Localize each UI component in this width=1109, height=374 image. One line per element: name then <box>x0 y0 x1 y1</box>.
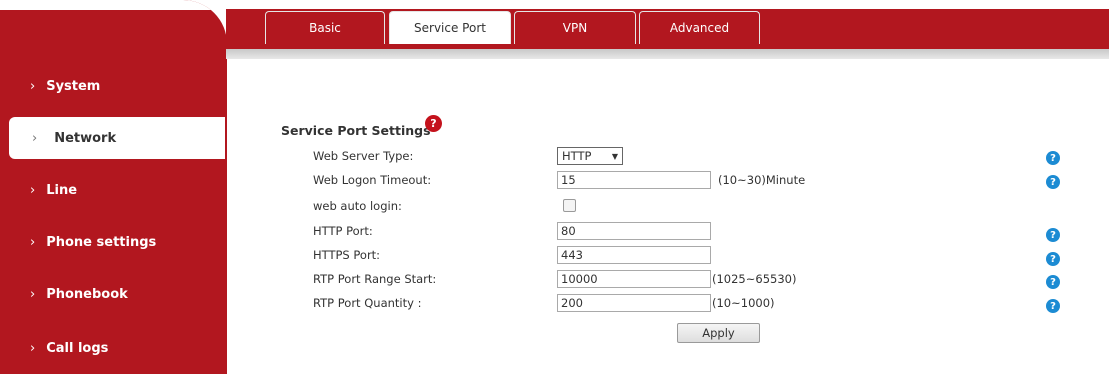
sidebar-item-system[interactable]: › System <box>0 65 227 107</box>
web-server-type-select[interactable]: HTTP ▼ <box>557 147 623 165</box>
sidebar-item-line[interactable]: › Line <box>0 169 227 211</box>
web-auto-login-label: web auto login: <box>313 199 402 213</box>
sidebar-item-call-logs[interactable]: › Call logs <box>0 327 227 369</box>
apply-button[interactable]: Apply <box>677 323 760 343</box>
sidebar-item-label: Line <box>46 182 78 198</box>
help-icon[interactable]: ? <box>1046 299 1060 313</box>
tab-vpn[interactable]: VPN <box>514 11 636 44</box>
chevron-right-icon: › <box>32 130 38 146</box>
tab-advanced[interactable]: Advanced <box>639 11 760 44</box>
info-icon[interactable]: ? <box>425 115 442 132</box>
sidebar-item-phonebook[interactable]: › Phonebook <box>0 273 227 315</box>
chevron-right-icon: › <box>30 286 36 302</box>
chevron-down-icon: ▼ <box>611 151 618 161</box>
chevron-right-icon: › <box>30 340 36 356</box>
help-icon[interactable]: ? <box>1046 275 1060 289</box>
http-port-input[interactable]: 80 <box>557 222 711 240</box>
sidebar-item-label: Call logs <box>46 340 109 356</box>
help-icon[interactable]: ? <box>1046 252 1060 266</box>
rtp-port-range-start-unit: (1025~65530) <box>712 272 797 286</box>
chevron-right-icon: › <box>30 182 36 198</box>
sidebar-item-network[interactable]: › Network <box>9 117 225 159</box>
tab-basic[interactable]: Basic <box>265 11 385 44</box>
web-logon-timeout-input[interactable]: 15 <box>557 171 711 189</box>
rtp-port-range-start-input[interactable]: 10000 <box>557 270 711 288</box>
page-title: Service Port Settings <box>281 123 431 138</box>
web-logon-timeout-unit: (10~30)Minute <box>718 173 806 187</box>
chevron-right-icon: › <box>30 234 36 250</box>
http-port-label: HTTP Port: <box>313 224 373 238</box>
help-icon[interactable]: ? <box>1046 151 1060 165</box>
help-icon[interactable]: ? <box>1046 175 1060 189</box>
help-icon[interactable]: ? <box>1046 228 1060 242</box>
tab-service-port[interactable]: Service Port <box>389 11 511 44</box>
chevron-right-icon: › <box>30 78 36 94</box>
sidebar-item-label: Phone settings <box>46 234 157 250</box>
web-auto-login-checkbox[interactable] <box>563 199 576 212</box>
web-server-type-label: Web Server Type: <box>313 149 414 163</box>
https-port-input[interactable]: 443 <box>557 246 711 264</box>
rtp-port-quantity-label: RTP Port Quantity : <box>313 296 422 310</box>
rtp-port-quantity-input[interactable]: 200 <box>557 294 711 312</box>
select-value: HTTP <box>562 149 592 163</box>
tab-bar-divider <box>226 49 1109 59</box>
sidebar-item-label: Phonebook <box>46 286 128 302</box>
https-port-label: HTTPS Port: <box>313 248 381 262</box>
sidebar: › System › Network › Line › Phone settin… <box>0 0 227 374</box>
web-logon-timeout-label: Web Logon Timeout: <box>313 173 432 187</box>
sidebar-item-label: Network <box>54 130 117 146</box>
rtp-port-range-start-label: RTP Port Range Start: <box>313 272 437 286</box>
rtp-port-quantity-unit: (10~1000) <box>712 296 775 310</box>
sidebar-item-phone-settings[interactable]: › Phone settings <box>0 221 227 263</box>
sidebar-item-label: System <box>46 78 101 94</box>
